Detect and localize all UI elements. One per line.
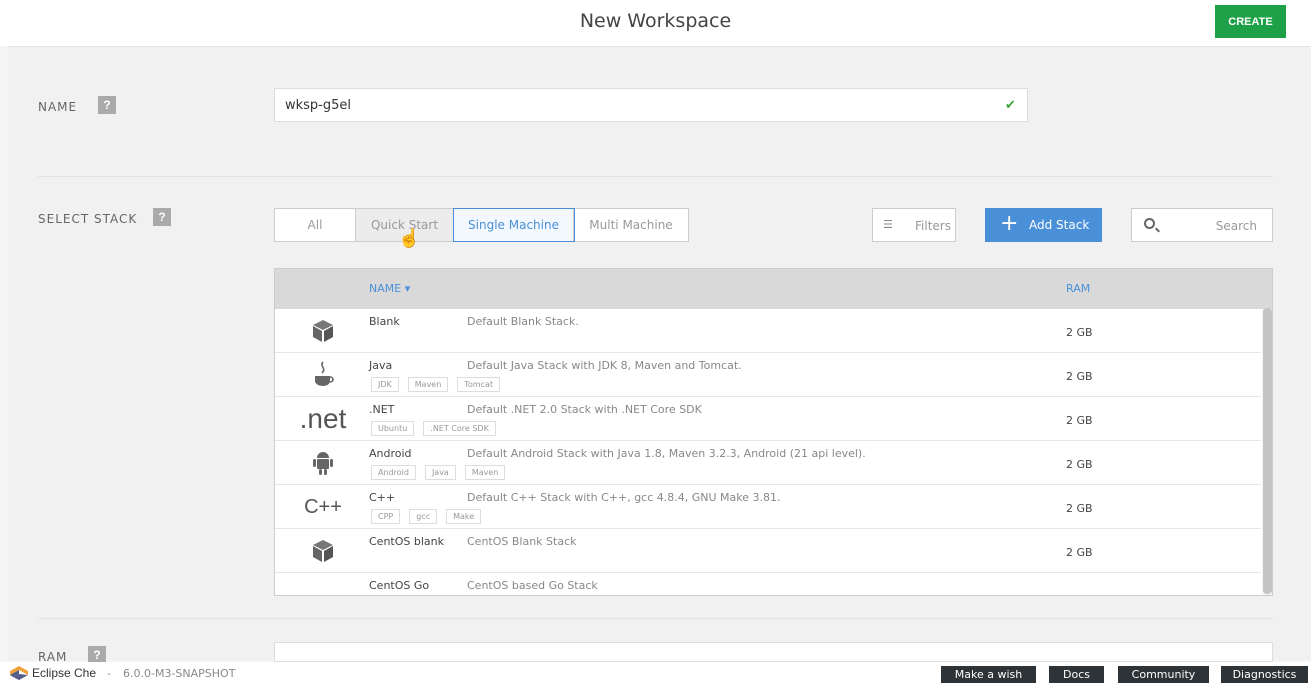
search-placeholder: Search bbox=[1215, 219, 1257, 233]
stack-description: Default Java Stack with JDK 8, Maven and… bbox=[467, 359, 742, 372]
stack-description: Default Android Stack with Java 1.8, Mav… bbox=[467, 447, 866, 460]
check-icon: ✔ bbox=[1005, 97, 1016, 112]
java-icon bbox=[295, 357, 351, 393]
add-stack-label: Add Stack bbox=[1029, 218, 1090, 232]
table-row[interactable]: .net .NET Default .NET 2.0 Stack with .N… bbox=[275, 397, 1261, 441]
diagnostics-button[interactable]: Diagnostics bbox=[1221, 666, 1308, 683]
tab-multi-machine[interactable]: Multi Machine bbox=[574, 209, 688, 241]
tag: Java bbox=[424, 465, 456, 480]
name-field[interactable]: ✔ bbox=[274, 88, 1028, 122]
workspace-name-input[interactable] bbox=[275, 89, 975, 121]
tag: JDK bbox=[371, 377, 399, 392]
divider bbox=[38, 618, 1273, 619]
select-stack-label: SELECT STACK bbox=[38, 212, 138, 226]
ram-panel bbox=[274, 642, 1273, 662]
community-button[interactable]: Community bbox=[1118, 666, 1209, 683]
name-label: NAME bbox=[38, 100, 78, 114]
stack-ram: 2 GB bbox=[1066, 326, 1093, 339]
footer-brand[interactable]: Eclipse Che bbox=[32, 666, 96, 680]
table-row[interactable]: C++ C++ Default C++ Stack with C++, gcc … bbox=[275, 485, 1261, 529]
column-header-name[interactable]: NAME ▾ bbox=[369, 282, 410, 295]
stack-name: CentOS blank bbox=[369, 535, 444, 548]
table-row[interactable]: CentOS Go CentOS based Go Stack bbox=[275, 573, 1261, 595]
cube-icon bbox=[295, 533, 351, 569]
stack-ram: 2 GB bbox=[1066, 546, 1093, 559]
divider bbox=[38, 176, 1273, 177]
search-icon bbox=[1144, 218, 1155, 229]
stack-name: CentOS Go bbox=[369, 579, 430, 592]
stack-description: CentOS Blank Stack bbox=[467, 535, 577, 548]
stack-tags: JDK Maven Tomcat bbox=[371, 377, 500, 392]
table-row[interactable]: Java Default Java Stack with JDK 8, Mave… bbox=[275, 353, 1261, 397]
go-icon bbox=[295, 577, 351, 595]
stack-tabs: All Quick Start Single Machine Multi Mac… bbox=[274, 208, 689, 242]
top-bar: New Workspace CREATE bbox=[0, 0, 1311, 46]
table-row[interactable]: CentOS blank CentOS Blank Stack 2 GB bbox=[275, 529, 1261, 573]
make-a-wish-button[interactable]: Make a wish bbox=[941, 666, 1036, 683]
stack-table: NAME ▾ RAM Blank Default Blank Stack. 2 … bbox=[274, 268, 1273, 596]
tab-all[interactable]: All bbox=[275, 209, 356, 241]
stack-description: CentOS based Go Stack bbox=[467, 579, 598, 592]
stack-name: Android bbox=[369, 447, 412, 460]
filters-label: Filters bbox=[915, 219, 951, 233]
filters-button[interactable]: ☰ Filters bbox=[872, 208, 956, 242]
tag: gcc bbox=[409, 509, 438, 524]
docs-button[interactable]: Docs bbox=[1049, 666, 1104, 683]
dotnet-icon: .net bbox=[299, 403, 347, 434]
name-help-icon[interactable]: ? bbox=[98, 96, 116, 114]
stack-name: Blank bbox=[369, 315, 400, 328]
create-button[interactable]: CREATE bbox=[1215, 5, 1286, 38]
scrollbar-thumb[interactable] bbox=[1263, 308, 1272, 594]
tag: Make bbox=[446, 509, 482, 524]
cube-icon bbox=[295, 313, 351, 349]
tag: CPP bbox=[371, 509, 401, 524]
stack-ram: 2 GB bbox=[1066, 414, 1093, 427]
cpp-icon: C++ bbox=[304, 496, 342, 518]
add-stack-button[interactable]: + Add Stack bbox=[985, 208, 1102, 242]
tab-single-machine[interactable]: Single Machine bbox=[453, 208, 575, 242]
stack-description: Default C++ Stack with C++, gcc 4.8.4, G… bbox=[467, 491, 781, 504]
footer-version: 6.0.0-M3-SNAPSHOT bbox=[123, 667, 236, 680]
search-input[interactable]: Search bbox=[1131, 208, 1273, 242]
footer-separator: - bbox=[107, 666, 111, 680]
tag: Ubuntu bbox=[371, 421, 415, 436]
stack-ram: 2 GB bbox=[1066, 458, 1093, 471]
stack-help-icon[interactable]: ? bbox=[153, 208, 171, 226]
stack-ram: 2 GB bbox=[1066, 502, 1093, 515]
stack-description: Default Blank Stack. bbox=[467, 315, 579, 328]
plus-icon: + bbox=[1000, 211, 1019, 236]
table-row[interactable]: Blank Default Blank Stack. 2 GB bbox=[275, 309, 1261, 353]
stack-tags: CPP gcc Make bbox=[371, 509, 482, 524]
stack-name: Java bbox=[369, 359, 393, 372]
tag: Tomcat bbox=[457, 377, 500, 392]
sort-down-icon: ▾ bbox=[404, 282, 411, 295]
tag: Maven bbox=[464, 465, 506, 480]
column-header-ram[interactable]: RAM bbox=[1066, 282, 1090, 295]
hand-cursor-icon: ☝ bbox=[398, 228, 421, 248]
eclipse-che-logo-icon bbox=[10, 666, 28, 680]
table-row[interactable]: Android Default Android Stack with Java … bbox=[275, 441, 1261, 485]
stack-tags: Ubuntu .NET Core SDK bbox=[371, 421, 496, 436]
stack-ram: 2 GB bbox=[1066, 370, 1093, 383]
tag: Maven bbox=[407, 377, 449, 392]
android-icon bbox=[295, 445, 351, 481]
page-title: New Workspace bbox=[579, 10, 732, 32]
footer: Eclipse Che - 6.0.0-M3-SNAPSHOT Make a w… bbox=[0, 662, 1311, 683]
stack-tags: Android Java Maven bbox=[371, 465, 506, 480]
table-header: NAME ▾ RAM bbox=[275, 269, 1272, 309]
stack-name: .NET bbox=[369, 403, 395, 416]
tag: .NET Core SDK bbox=[423, 421, 496, 436]
stack-description: Default .NET 2.0 Stack with .NET Core SD… bbox=[467, 403, 702, 416]
stack-name: C++ bbox=[369, 491, 396, 504]
sliders-icon: ☰ bbox=[883, 218, 893, 231]
tag: Android bbox=[371, 465, 416, 480]
